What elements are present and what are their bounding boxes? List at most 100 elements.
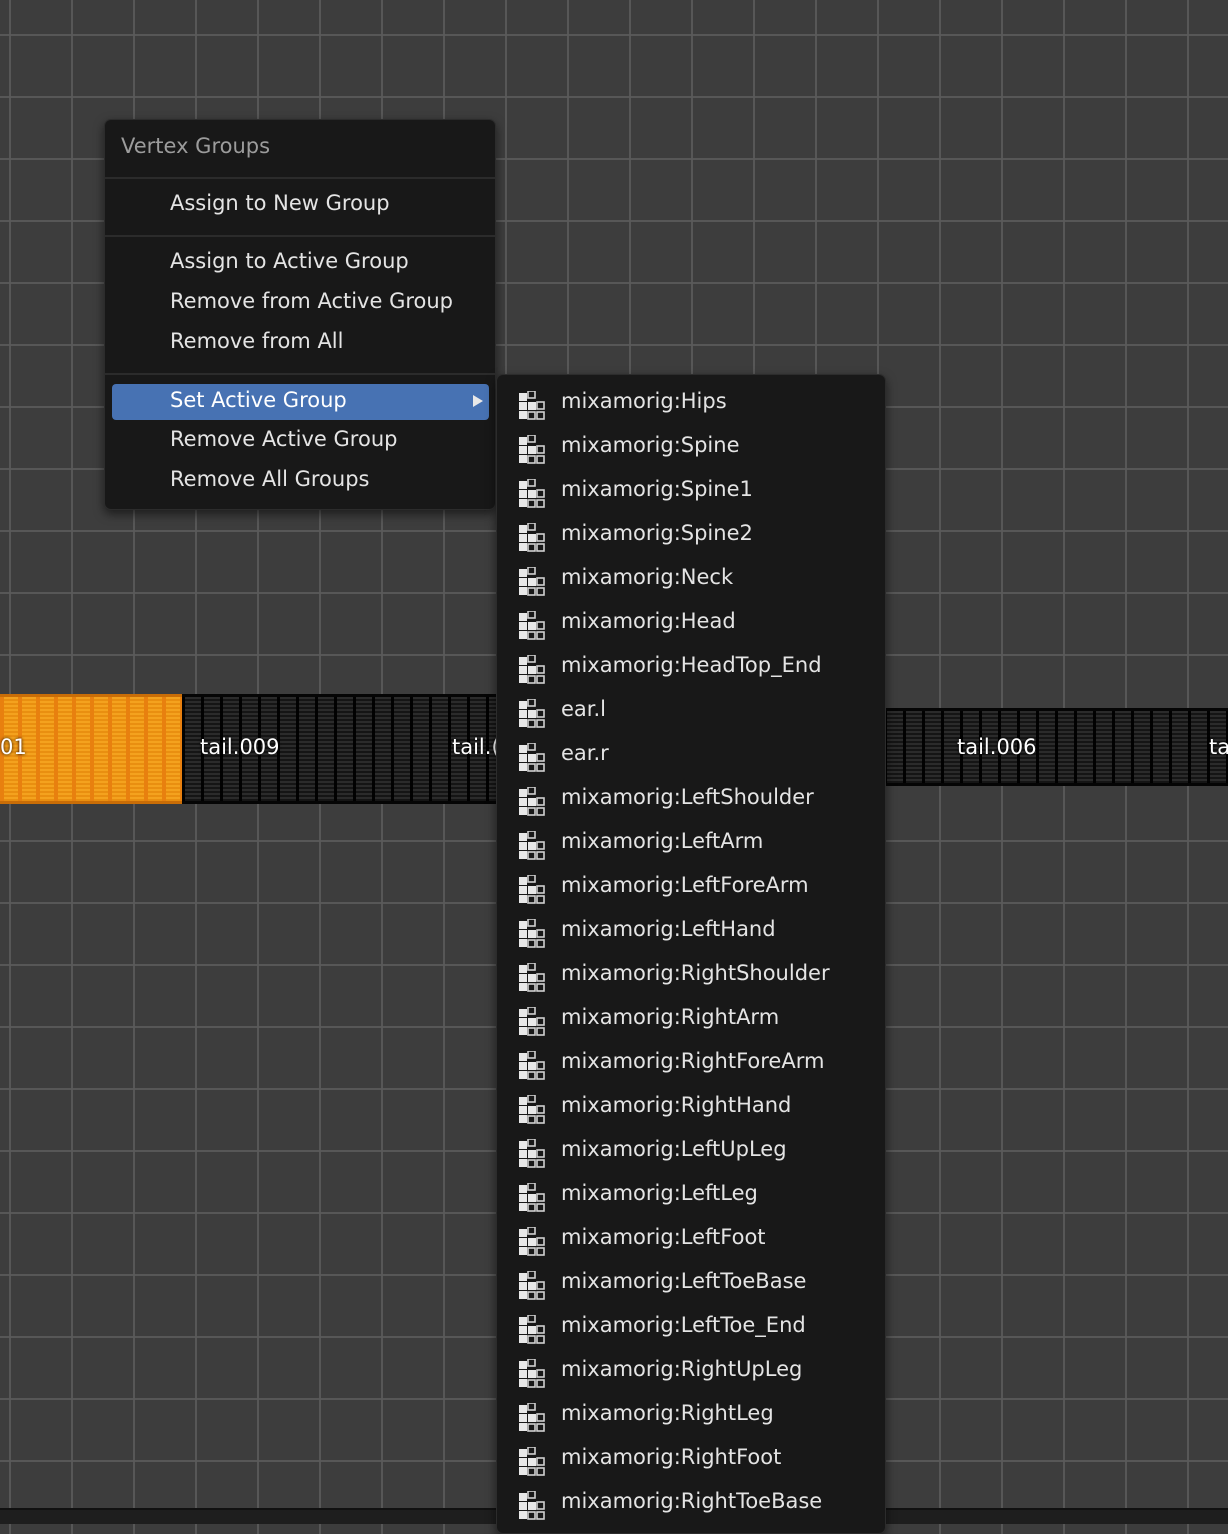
vertex-group-icon xyxy=(517,1226,547,1257)
vertex-group-icon xyxy=(517,918,547,949)
vertex-group-label: mixamorig:HeadTop_End xyxy=(561,653,822,677)
vertex-group-icon xyxy=(517,434,547,465)
vertex-group-item[interactable]: mixamorig:Neck xyxy=(503,555,879,599)
vertex-group-item[interactable]: mixamorig:RightHand xyxy=(503,1083,879,1127)
vertex-group-label: mixamorig:RightHand xyxy=(561,1093,792,1117)
vertex-group-item[interactable]: ear.l xyxy=(503,687,879,731)
vertex-group-icon xyxy=(517,962,547,993)
selected-bone[interactable] xyxy=(0,694,182,804)
vertex-group-label: mixamorig:Hips xyxy=(561,389,727,413)
bone-label-tail-partial: tail.( xyxy=(452,735,500,759)
vertex-group-icon xyxy=(517,522,547,553)
vertex-group-icon xyxy=(517,1446,547,1477)
menu-item-label: Remove from Active Group xyxy=(170,289,454,313)
remove-all-groups-item[interactable]: Remove All Groups xyxy=(112,463,489,499)
menu-item-label: Remove Active Group xyxy=(170,427,398,451)
vertex-group-label: mixamorig:LeftUpLeg xyxy=(561,1137,787,1161)
vertex-group-item[interactable]: mixamorig:Spine xyxy=(503,423,879,467)
vertex-group-item[interactable]: mixamorig:LeftShoulder xyxy=(503,775,879,819)
vertex-group-icon xyxy=(517,742,547,773)
vertex-group-item[interactable]: ear.r xyxy=(503,731,879,775)
vertex-group-icon xyxy=(517,1094,547,1125)
menu-item-label: Remove All Groups xyxy=(170,467,370,491)
menu-separator xyxy=(105,235,495,237)
menu-item-label: Assign to New Group xyxy=(170,191,390,215)
vertex-group-item[interactable]: mixamorig:LeftFoot xyxy=(503,1215,879,1259)
vertex-group-label: mixamorig:RightUpLeg xyxy=(561,1357,803,1381)
vertex-group-icon xyxy=(517,1006,547,1037)
bone-label-selected: 01 xyxy=(0,735,27,759)
vertex-group-icon xyxy=(517,1490,547,1521)
vertex-group-item[interactable]: mixamorig:Head xyxy=(503,599,879,643)
vertex-group-label: mixamorig:Spine1 xyxy=(561,477,753,501)
remove-from-active-group-item[interactable]: Remove from Active Group xyxy=(112,285,489,321)
vertex-group-label: mixamorig:RightToeBase xyxy=(561,1489,823,1513)
vertex-group-label: mixamorig:LeftShoulder xyxy=(561,785,814,809)
vertex-group-icon xyxy=(517,1314,547,1345)
submenu-arrow-icon xyxy=(473,395,483,407)
vertex-group-label: mixamorig:Spine xyxy=(561,433,740,457)
vertex-group-icon xyxy=(517,1182,547,1213)
remove-from-all-item[interactable]: Remove from All xyxy=(112,325,489,361)
vertex-group-item[interactable]: mixamorig:LeftToeBase xyxy=(503,1259,879,1303)
vertex-group-item[interactable]: mixamorig:RightUpLeg xyxy=(503,1347,879,1391)
vertex-group-icon xyxy=(517,478,547,509)
vertex-group-label: mixamorig:LeftLeg xyxy=(561,1181,758,1205)
vertex-group-label: mixamorig:RightForeArm xyxy=(561,1049,825,1073)
vertex-group-item[interactable]: mixamorig:RightLeg xyxy=(503,1391,879,1435)
vertex-group-item[interactable]: mixamorig:RightForeArm xyxy=(503,1039,879,1083)
menu-title: Vertex Groups xyxy=(121,134,271,158)
assign-to-new-group-item[interactable]: Assign to New Group xyxy=(112,187,489,223)
vertex-group-item[interactable]: mixamorig:LeftHand xyxy=(503,907,879,951)
vertex-group-label: mixamorig:LeftArm xyxy=(561,829,764,853)
vertex-group-label: mixamorig:RightShoulder xyxy=(561,961,830,985)
vertex-group-label: mixamorig:LeftFoot xyxy=(561,1225,766,1249)
vertex-group-item[interactable]: mixamorig:LeftUpLeg xyxy=(503,1127,879,1171)
vertex-group-label: mixamorig:LeftToeBase xyxy=(561,1269,807,1293)
vertex-group-icon xyxy=(517,1138,547,1169)
vertex-group-item[interactable]: mixamorig:RightToeBase xyxy=(503,1479,879,1523)
vertex-group-label: ear.r xyxy=(561,741,609,765)
vertex-group-item[interactable]: mixamorig:Spine2 xyxy=(503,511,879,555)
vertex-group-icon xyxy=(517,390,547,421)
vertex-group-item[interactable]: mixamorig:RightShoulder xyxy=(503,951,879,995)
bone-tail-006[interactable] xyxy=(884,708,1228,786)
vertex-group-icon xyxy=(517,1050,547,1081)
vertex-group-icon xyxy=(517,1270,547,1301)
vertex-group-item[interactable]: mixamorig:LeftToe_End xyxy=(503,1303,879,1347)
menu-item-label: Assign to Active Group xyxy=(170,249,409,273)
vertex-group-label: mixamorig:RightArm xyxy=(561,1005,780,1029)
vertex-group-item[interactable]: mixamorig:HeadTop_End xyxy=(503,643,879,687)
vertex-group-item[interactable]: mixamorig:LeftLeg xyxy=(503,1171,879,1215)
vertex-group-item[interactable]: mixamorig:Hips xyxy=(503,379,879,423)
bone-label-edge: ta xyxy=(1209,735,1228,759)
vertex-group-label: mixamorig:Neck xyxy=(561,565,734,589)
vertex-group-item[interactable]: mixamorig:LeftArm xyxy=(503,819,879,863)
bone-label-tail-009: tail.009 xyxy=(200,735,280,759)
assign-to-active-group-item[interactable]: Assign to Active Group xyxy=(112,245,489,281)
vertex-groups-menu: Vertex Groups Assign to New Group Assign… xyxy=(104,119,496,510)
menu-separator xyxy=(105,373,495,375)
vertex-group-label: mixamorig:Head xyxy=(561,609,736,633)
remove-active-group-item[interactable]: Remove Active Group xyxy=(112,423,489,459)
vertex-group-label: mixamorig:LeftHand xyxy=(561,917,776,941)
vertex-group-item[interactable]: mixamorig:RightFoot xyxy=(503,1435,879,1479)
vertex-group-label: mixamorig:Spine2 xyxy=(561,521,753,545)
menu-separator xyxy=(105,177,495,179)
vertex-group-label: mixamorig:LeftForeArm xyxy=(561,873,809,897)
bone-label-tail-006: tail.006 xyxy=(957,735,1037,759)
vertex-group-item[interactable]: mixamorig:Spine1 xyxy=(503,467,879,511)
vertex-group-icon xyxy=(517,874,547,905)
vertex-group-item[interactable]: mixamorig:RightArm xyxy=(503,995,879,1039)
set-active-group-submenu: mixamorig:Hips mixamorig:Spine mixamorig:S… xyxy=(496,374,886,1534)
vertex-group-label: mixamorig:LeftToe_End xyxy=(561,1313,806,1337)
vertex-group-icon xyxy=(517,1358,547,1389)
vertex-group-label: mixamorig:RightFoot xyxy=(561,1445,782,1469)
menu-item-label: Set Active Group xyxy=(170,388,347,412)
vertex-group-label: ear.l xyxy=(561,697,607,721)
vertex-group-icon xyxy=(517,566,547,597)
vertex-group-item[interactable]: mixamorig:LeftForeArm xyxy=(503,863,879,907)
vertex-group-label: mixamorig:RightLeg xyxy=(561,1401,774,1425)
vertex-group-icon xyxy=(517,786,547,817)
set-active-group-item[interactable]: Set Active Group xyxy=(112,384,489,420)
